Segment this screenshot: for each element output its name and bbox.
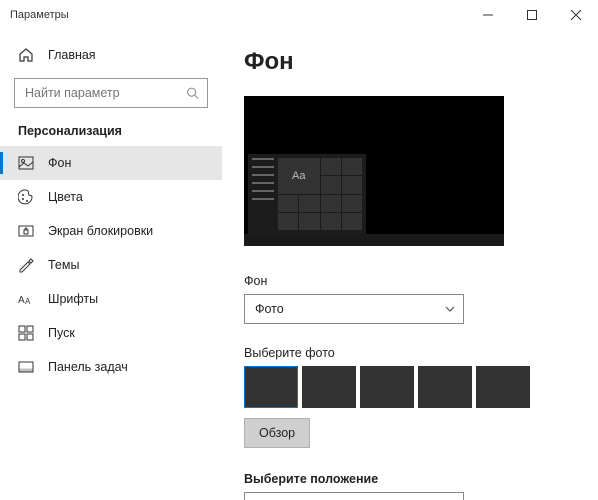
- photo-thumb-4[interactable]: [418, 366, 472, 408]
- sidebar-item-themes[interactable]: Темы: [0, 248, 222, 282]
- sidebar: Главная Персонализация Фон Цвета: [0, 30, 222, 500]
- sidebar-item-colors[interactable]: Цвета: [0, 180, 222, 214]
- sidebar-item-label: Фон: [48, 156, 71, 170]
- photo-thumb-5[interactable]: [476, 366, 530, 408]
- home-link[interactable]: Главная: [0, 38, 222, 72]
- fit-label: Выберите положение: [244, 472, 570, 486]
- sidebar-item-label: Шрифты: [48, 292, 98, 306]
- browse-button[interactable]: Обзор: [244, 418, 310, 448]
- window-title: Параметры: [10, 9, 69, 21]
- palette-icon: [18, 189, 34, 205]
- svg-text:A: A: [25, 297, 31, 306]
- themes-icon: [18, 257, 34, 273]
- close-button[interactable]: [554, 0, 598, 30]
- fit-dropdown[interactable]: Заполнение: [244, 492, 464, 500]
- home-icon: [18, 47, 34, 63]
- start-icon: [18, 325, 34, 341]
- minimize-icon: [483, 10, 493, 20]
- sidebar-item-label: Экран блокировки: [48, 224, 153, 238]
- photo-thumbnails: [244, 366, 570, 408]
- choose-photo-label: Выберите фото: [244, 346, 570, 360]
- fonts-icon: AA: [18, 291, 34, 307]
- photo-thumb-1[interactable]: [244, 366, 298, 408]
- sidebar-item-fonts[interactable]: AA Шрифты: [0, 282, 222, 316]
- background-label: Фон: [244, 274, 570, 288]
- sidebar-item-label: Цвета: [48, 190, 83, 204]
- sidebar-item-label: Панель задач: [48, 360, 128, 374]
- sidebar-item-start[interactable]: Пуск: [0, 316, 222, 350]
- preview-tile-text: Aa: [278, 158, 320, 194]
- home-label: Главная: [48, 48, 96, 62]
- maximize-button[interactable]: [510, 0, 554, 30]
- sidebar-item-background[interactable]: Фон: [0, 146, 222, 180]
- title-bar: Параметры: [0, 0, 598, 30]
- search-icon: [186, 86, 199, 100]
- sidebar-item-taskbar[interactable]: Панель задач: [0, 350, 222, 384]
- taskbar-icon: [18, 359, 34, 375]
- background-type-dropdown[interactable]: Фото: [244, 294, 464, 324]
- maximize-icon: [527, 10, 537, 20]
- section-title: Персонализация: [0, 118, 222, 146]
- minimize-button[interactable]: [466, 0, 510, 30]
- chevron-down-icon: [445, 304, 455, 314]
- close-icon: [571, 10, 581, 20]
- sidebar-item-label: Темы: [48, 258, 79, 272]
- sidebar-item-lockscreen[interactable]: Экран блокировки: [0, 214, 222, 248]
- search-input[interactable]: [14, 78, 208, 108]
- svg-text:A: A: [18, 295, 25, 306]
- lockscreen-icon: [18, 223, 34, 239]
- sidebar-item-label: Пуск: [48, 326, 75, 340]
- picture-icon: [18, 155, 34, 171]
- search-field[interactable]: [25, 86, 186, 100]
- photo-thumb-2[interactable]: [302, 366, 356, 408]
- dropdown-value: Фото: [255, 302, 284, 316]
- desktop-preview: Aa: [244, 96, 504, 246]
- page-title: Фон: [244, 48, 570, 76]
- window-controls: [466, 0, 598, 30]
- content: Фон Aa Фон Фото Выберите фото: [222, 30, 598, 500]
- photo-thumb-3[interactable]: [360, 366, 414, 408]
